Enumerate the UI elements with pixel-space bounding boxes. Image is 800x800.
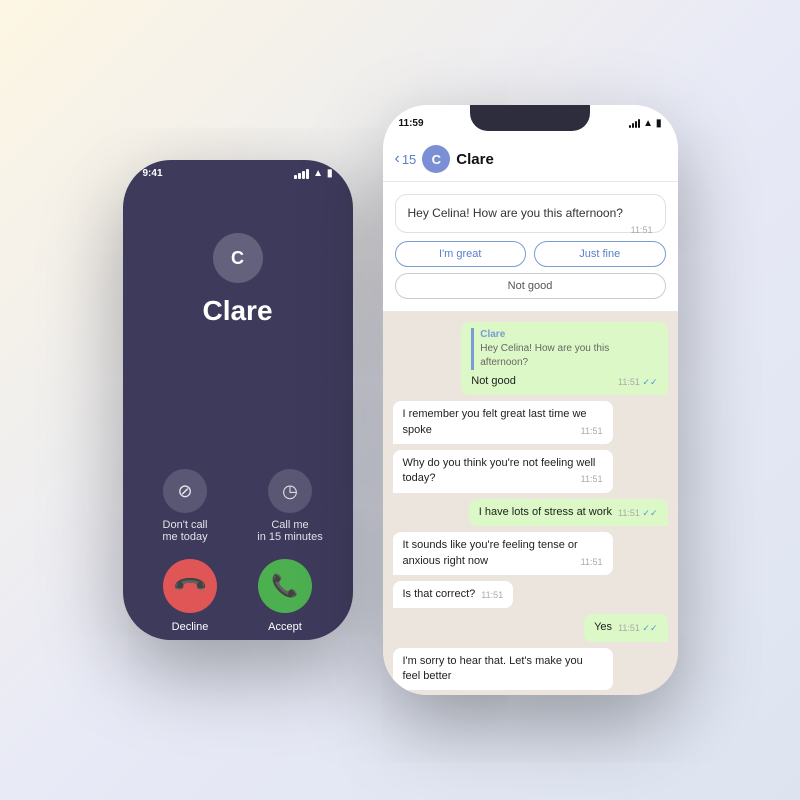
app-name: Clare xyxy=(202,295,272,327)
msg-tense-bubble: It sounds like you're feeling tense or a… xyxy=(393,532,613,575)
option-not-good-button[interactable]: Not good xyxy=(395,273,666,299)
right-battery-icon: ▮ xyxy=(656,118,662,129)
msg-stress-bubble: I have lots of stress at work 11:51 ✓✓ xyxy=(469,499,668,526)
option-row-1: I'm great Just fine xyxy=(395,241,666,267)
quote-sender: Clare xyxy=(480,328,657,342)
decline-label: Decline xyxy=(172,621,209,633)
chat-avatar: C xyxy=(422,145,450,173)
call-buttons: 📞 Decline 📞 Accept xyxy=(123,559,353,663)
greeting-bubble: Hey Celina! How are you this afternoon? … xyxy=(395,194,666,233)
remember-time: 11:51 xyxy=(581,425,603,438)
yes-check-icon: ✓✓ xyxy=(642,623,657,633)
right-time: 11:59 xyxy=(399,118,424,129)
quote-text: Hey Celina! How are you this afternoon? xyxy=(480,342,657,370)
tense-text: It sounds like you're feeling tense or a… xyxy=(403,539,578,566)
msg-why-received: Why do you think you're not feeling well… xyxy=(393,450,613,493)
double-check-icon: ✓✓ xyxy=(642,377,657,387)
left-status-icons: ▲ ▮ xyxy=(294,168,332,179)
logo-letter: C xyxy=(231,248,244,269)
not-good-time: 11:51 ✓✓ xyxy=(618,376,657,389)
msg-stress-sent: I have lots of stress at work 11:51 ✓✓ xyxy=(469,499,668,526)
yes-time: 11:51 ✓✓ xyxy=(618,622,657,635)
remember-text: I remember you felt great last time we s… xyxy=(403,408,587,435)
accept-phone-icon: 📞 xyxy=(271,573,298,599)
accept-button[interactable]: 📞 Accept xyxy=(258,559,312,633)
avatar-letter: C xyxy=(432,152,441,167)
msg-why-bubble: Why do you think you're not feeling well… xyxy=(393,450,613,493)
right-wifi-icon: ▲ xyxy=(643,118,653,129)
msg-not-good-sent: Clare Hey Celina! How are you this after… xyxy=(461,322,667,395)
call-top-actions: ⊘ Don't callme today ◷ Call mein 15 minu… xyxy=(123,469,353,543)
app-logo: C xyxy=(213,233,263,283)
correct-text: Is that correct? xyxy=(403,588,476,600)
msg-not-good-bubble: Clare Hey Celina! How are you this after… xyxy=(461,322,667,395)
msg-sorry-bubble: I'm sorry to hear that. Let's make you f… xyxy=(393,648,613,691)
option-fine-button[interactable]: Just fine xyxy=(534,241,666,267)
why-text: Why do you think you're not feeling well… xyxy=(403,457,596,484)
correct-time: 11:51 xyxy=(481,589,503,602)
right-status-icons: ▲ ▮ xyxy=(629,118,661,129)
sorry-text: I'm sorry to hear that. Let's make you f… xyxy=(403,655,583,682)
msg-remember-bubble: I remember you felt great last time we s… xyxy=(393,401,613,444)
decline-phone-icon: 📞 xyxy=(171,567,209,605)
msg-sorry-received: I'm sorry to hear that. Let's make you f… xyxy=(393,648,613,691)
left-time: 9:41 xyxy=(143,168,163,179)
chevron-left-icon: ‹ xyxy=(395,150,400,168)
no-call-action[interactable]: ⊘ Don't callme today xyxy=(145,469,225,543)
chat-header: ‹ 15 C Clare xyxy=(383,137,678,182)
later-call-label: Call mein 15 minutes xyxy=(257,519,322,543)
option-great-button[interactable]: I'm great xyxy=(395,241,527,267)
left-phone: 9:41 ▲ ▮ C Clare ⊘ Don't callme xyxy=(123,160,353,640)
yes-text: Yes xyxy=(594,621,612,633)
accept-label: Accept xyxy=(268,621,302,633)
msg-tense-received: It sounds like you're feeling tense or a… xyxy=(393,532,613,575)
why-time: 11:51 xyxy=(581,473,603,486)
tense-time: 11:51 xyxy=(581,556,603,569)
accept-circle: 📞 xyxy=(258,559,312,613)
chat-messages: Clare Hey Celina! How are you this after… xyxy=(383,312,678,695)
left-notch xyxy=(188,160,288,184)
msg-yes-sent: Yes 11:51 ✓✓ xyxy=(584,614,667,641)
not-good-text: Not good xyxy=(471,375,516,387)
chat-phone-inner: 11:59 ▲ ▮ ‹ 15 xyxy=(383,105,678,695)
msg-yes-bubble: Yes 11:51 ✓✓ xyxy=(584,614,667,641)
wifi-icon: ▲ xyxy=(313,168,323,179)
options-panel: Hey Celina! How are you this afternoon? … xyxy=(383,182,678,312)
right-signal-icon xyxy=(629,119,640,128)
msg-correct-received: Is that correct? 11:51 xyxy=(393,581,613,608)
greeting-time: 11:51 xyxy=(631,224,653,237)
no-call-label: Don't callme today xyxy=(162,519,207,543)
stress-text: I have lots of stress at work xyxy=(479,506,612,518)
right-notch xyxy=(470,105,590,131)
msg-correct-bubble: Is that correct? 11:51 xyxy=(393,581,514,608)
right-phone: 11:59 ▲ ▮ ‹ 15 xyxy=(383,105,678,695)
no-call-icon: ⊘ xyxy=(163,469,207,513)
signal-icon xyxy=(294,169,309,179)
back-button[interactable]: ‹ 15 xyxy=(395,150,417,168)
decline-circle: 📞 xyxy=(163,559,217,613)
decline-button[interactable]: 📞 Decline xyxy=(163,559,217,633)
msg-remember-received: I remember you felt great last time we s… xyxy=(393,401,613,444)
quote-block: Clare Hey Celina! How are you this after… xyxy=(471,328,657,370)
call-screen: C Clare ⊘ Don't callme today ◷ Call mein… xyxy=(123,183,353,663)
battery-icon: ▮ xyxy=(327,168,333,179)
stress-time: 11:51 ✓✓ xyxy=(618,507,657,520)
greeting-text: Hey Celina! How are you this afternoon? xyxy=(408,206,623,220)
stress-check-icon: ✓✓ xyxy=(642,508,657,518)
chat-title: Clare xyxy=(456,151,494,168)
scene: 9:41 ▲ ▮ C Clare ⊘ Don't callme xyxy=(123,105,678,695)
back-count: 15 xyxy=(402,152,416,167)
clock-icon: ◷ xyxy=(268,469,312,513)
later-call-action[interactable]: ◷ Call mein 15 minutes xyxy=(250,469,330,543)
